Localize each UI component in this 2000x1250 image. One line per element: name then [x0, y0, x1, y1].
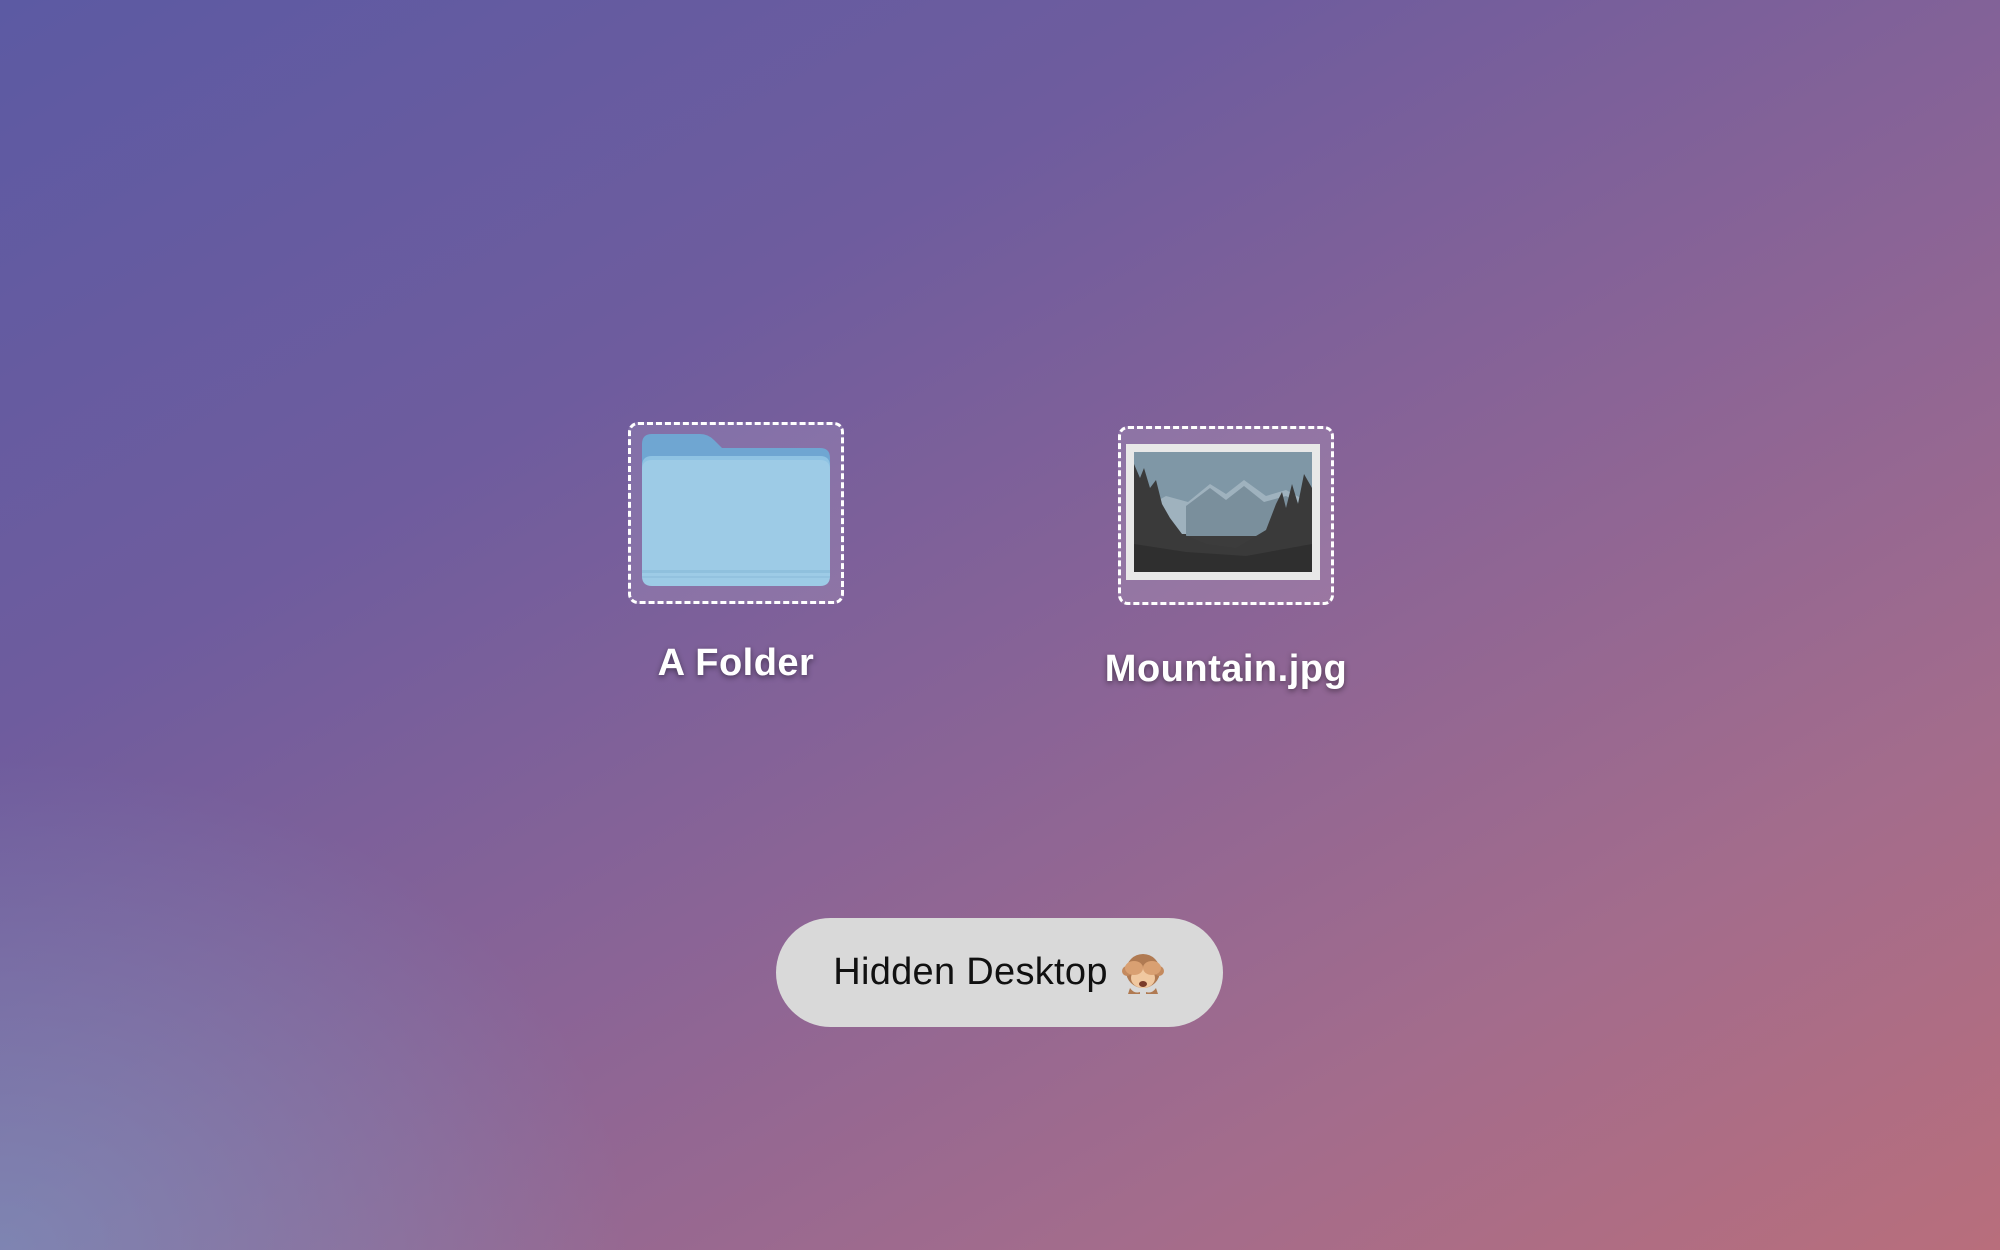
see-no-evil-monkey-icon [1121, 953, 1164, 994]
desktop-item-folder[interactable]: A Folder [628, 422, 844, 702]
mountain-thumbnail-icon [1126, 444, 1320, 580]
desktop-background[interactable]: A Folder Mountain.jpg Hidden Desktop [0, 0, 2000, 1250]
desktop-item-image[interactable]: Mountain.jpg [1105, 426, 1347, 706]
hidden-desktop-pill[interactable]: Hidden Desktop [776, 918, 1223, 1027]
image-label: Mountain.jpg [1104, 648, 1348, 690]
folder-icon [642, 434, 830, 586]
pill-label: Hidden Desktop [833, 951, 1108, 993]
folder-label: A Folder [657, 642, 815, 684]
